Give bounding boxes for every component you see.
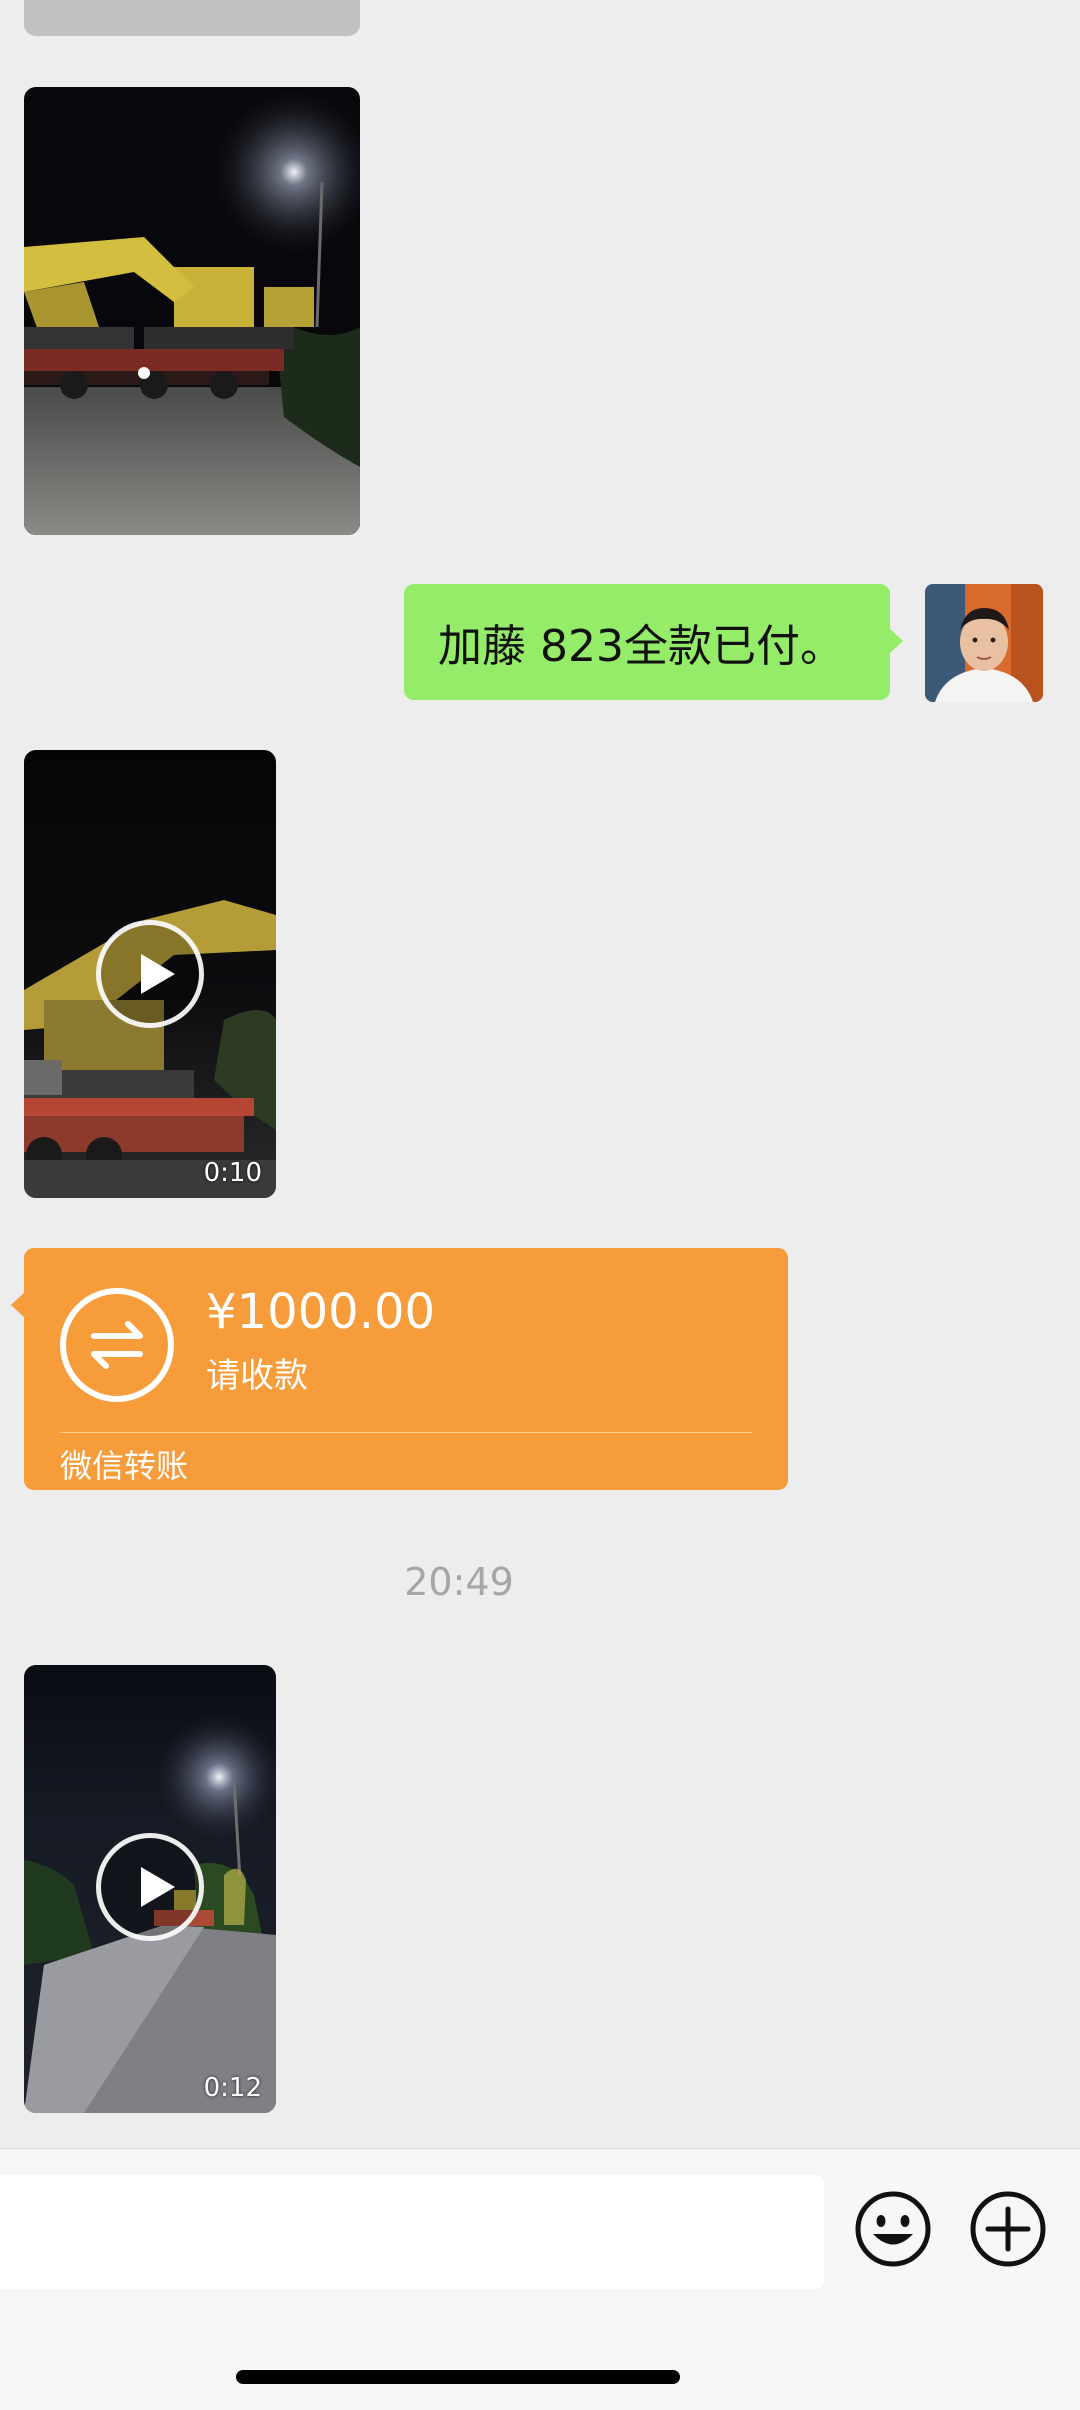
transfer-status: 请收款 xyxy=(206,1356,308,1396)
smiley-icon[interactable] xyxy=(853,2189,933,2269)
transfer-amount: ¥1000.00 xyxy=(206,1284,436,1340)
divider xyxy=(60,1432,752,1433)
chat-timestamp: 20:49 xyxy=(404,1560,514,1604)
chat-screen: 加藤 823全款已付。 0:10 ¥1000.00 请收款 微信转账 20:49… xyxy=(0,0,1080,2410)
message-input[interactable] xyxy=(0,2175,824,2289)
video-duration: 0:10 xyxy=(203,1158,262,1188)
transfer-footer-label: 微信转账 xyxy=(60,1447,189,1485)
plus-circle-icon[interactable] xyxy=(968,2189,1048,2269)
video-duration: 0:12 xyxy=(203,2073,262,2103)
avatar[interactable] xyxy=(925,584,1043,702)
play-icon[interactable] xyxy=(96,1833,204,1941)
transfer-arrows-icon xyxy=(60,1288,174,1402)
video-message-2[interactable]: 0:12 xyxy=(24,1665,276,2113)
home-indicator[interactable] xyxy=(236,2370,680,2384)
image-message-partial[interactable] xyxy=(24,0,360,36)
outgoing-message-bubble[interactable]: 加藤 823全款已付。 xyxy=(404,584,903,700)
transfer-card[interactable]: ¥1000.00 请收款 微信转账 xyxy=(11,1248,788,1490)
outgoing-message-text: 加藤 823全款已付。 xyxy=(438,621,844,672)
video-message-1[interactable]: 0:10 xyxy=(24,750,276,1198)
image-message-excavators[interactable] xyxy=(24,87,360,535)
play-icon[interactable] xyxy=(96,920,204,1028)
